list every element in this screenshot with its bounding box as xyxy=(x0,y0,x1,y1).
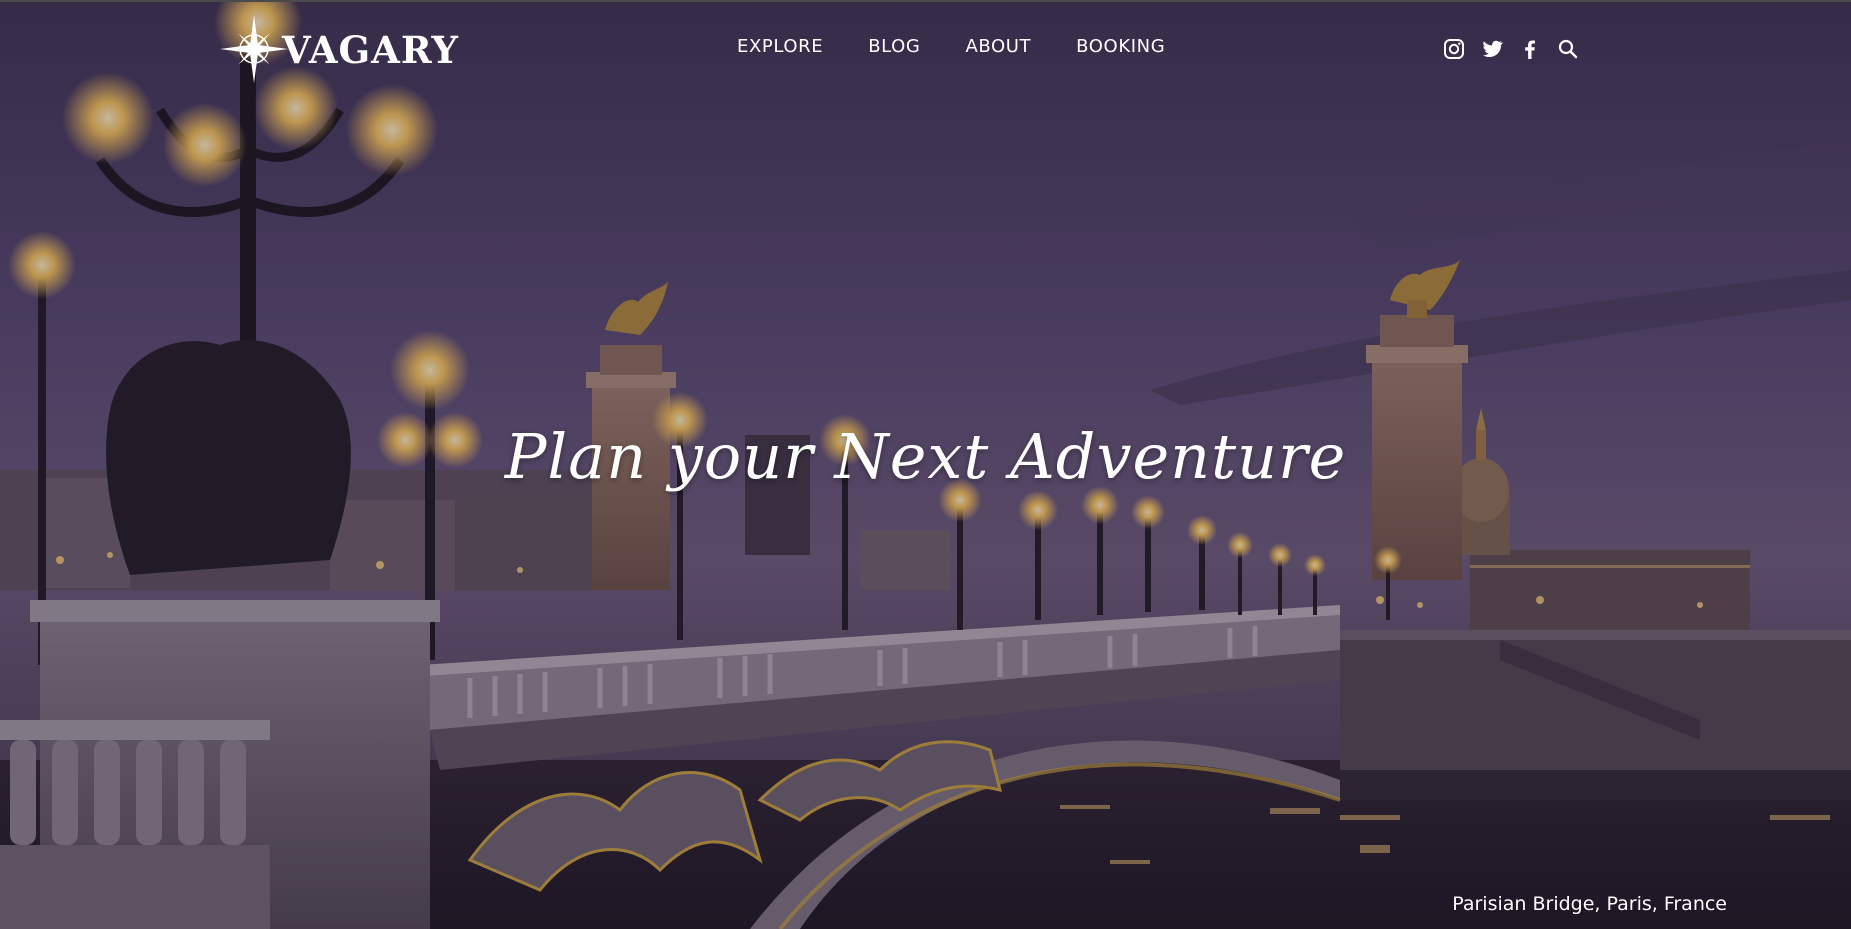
instagram-icon[interactable] xyxy=(1442,37,1466,61)
compass-star-icon xyxy=(220,15,288,83)
nav-explore[interactable]: EXPLORE xyxy=(737,36,823,57)
photo-caption: Parisian Bridge, Paris, France xyxy=(1452,893,1727,915)
social-links xyxy=(1442,37,1580,61)
brand-logo[interactable]: VAGARY xyxy=(218,14,459,84)
hero-tagline: Plan your Next Adventure xyxy=(504,420,1347,493)
search-icon[interactable] xyxy=(1556,37,1580,61)
nav-blog[interactable]: BLOG xyxy=(868,36,920,57)
main-menu: EXPLORE BLOG ABOUT BOOKING xyxy=(737,36,1165,57)
brand-name: VAGARY xyxy=(282,28,459,72)
navbar: VAGARY EXPLORE BLOG ABOUT BOOKING xyxy=(0,0,1851,100)
twitter-icon[interactable] xyxy=(1480,37,1504,61)
hero-section: VAGARY EXPLORE BLOG ABOUT BOOKING Plan y… xyxy=(0,0,1851,929)
nav-booking[interactable]: BOOKING xyxy=(1076,36,1165,57)
nav-about[interactable]: ABOUT xyxy=(965,36,1031,57)
facebook-icon[interactable] xyxy=(1518,37,1542,61)
